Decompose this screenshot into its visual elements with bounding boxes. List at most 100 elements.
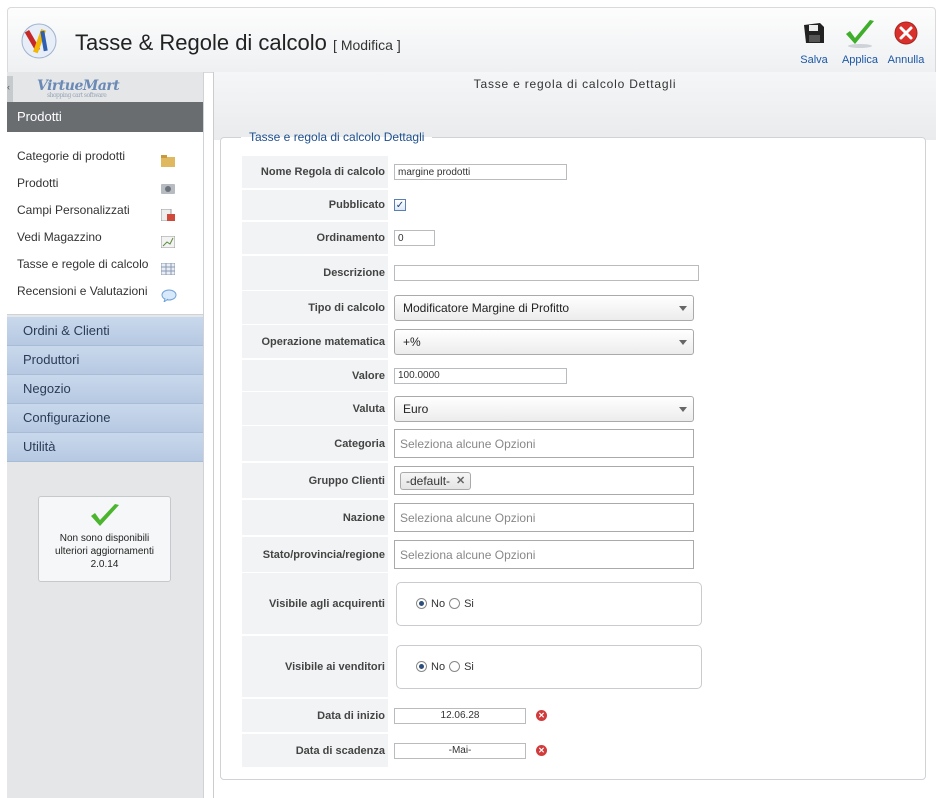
apply-button[interactable]: Applica bbox=[837, 16, 883, 66]
sidebar-section-ordini-clienti[interactable]: Ordini & Clienti bbox=[7, 317, 203, 346]
row-ordering: Ordinamento 0 bbox=[242, 222, 702, 254]
sidebar-item-label: Categorie di prodotti bbox=[17, 149, 126, 163]
visible-shoppers-radio-group: No Si bbox=[396, 581, 702, 626]
visible-shoppers-yes-label: Si bbox=[464, 597, 474, 610]
state-multiselect[interactable]: Seleziona alcune Opzioni bbox=[394, 540, 694, 569]
custom-fields-icon bbox=[160, 204, 175, 222]
sidebar-item-label: Vedi Magazzino bbox=[17, 230, 102, 244]
row-visible-vendors: Visibile ai venditori No Si bbox=[242, 636, 702, 697]
checkmark-icon bbox=[39, 503, 170, 532]
remove-tag-icon[interactable]: ✕ bbox=[456, 474, 465, 487]
sidebar-section-prodotti[interactable]: Prodotti bbox=[7, 102, 203, 132]
category-label: Categoria bbox=[242, 426, 388, 461]
name-input[interactable]: margine prodotti bbox=[394, 164, 567, 180]
visible-vendors-label: Visibile ai venditori bbox=[242, 636, 388, 697]
visible-vendors-yes-radio[interactable] bbox=[449, 661, 461, 672]
value-input[interactable]: 100.0000 bbox=[394, 367, 567, 384]
visible-vendors-radio-group: No Si bbox=[396, 644, 702, 689]
sidebar-sections: Ordini & Clienti Produttori Negozio Conf… bbox=[7, 317, 203, 462]
shopper-group-tag[interactable]: -default- ✕ bbox=[400, 471, 472, 490]
virtuemart-logo[interactable]: VirtueMart shopping cart software bbox=[37, 78, 120, 99]
currency-select[interactable]: Euro bbox=[394, 395, 694, 422]
math-op-label: Operazione matematica bbox=[242, 325, 388, 358]
math-op-value: +% bbox=[403, 334, 421, 349]
main-heading: Tasse e regola di calcolo Dettagli bbox=[473, 77, 677, 91]
row-math-op: Operazione matematica +% bbox=[242, 325, 702, 358]
tools-logo-icon bbox=[20, 22, 58, 60]
shopper-group-multiselect[interactable]: -default- ✕ bbox=[394, 466, 694, 495]
chevron-down-icon bbox=[679, 305, 687, 311]
cancel-button[interactable]: Annulla bbox=[883, 16, 929, 66]
start-date-input[interactable]: 12.06.28 bbox=[394, 707, 526, 724]
calc-type-select[interactable]: Modificatore Margine di Profitto bbox=[394, 294, 694, 321]
sidebar-item-label: Tasse e regole di calcolo bbox=[17, 257, 149, 271]
chart-icon bbox=[160, 231, 176, 249]
visible-vendors-yes-label: Si bbox=[464, 660, 474, 673]
sidebar-item-tasse[interactable]: Tasse e regole di calcolo bbox=[7, 251, 203, 278]
clear-date-icon[interactable]: ✕ bbox=[536, 710, 547, 721]
description-input[interactable] bbox=[394, 265, 699, 281]
folder-icon bbox=[161, 150, 175, 167]
visible-vendors-no-label: No bbox=[431, 660, 446, 673]
visible-shoppers-label: Visibile agli acquirenti bbox=[242, 573, 388, 634]
row-state: Stato/provincia/regione Seleziona alcune… bbox=[242, 537, 702, 572]
toolbar: Salva Applica Annulla bbox=[791, 16, 929, 66]
currency-value: Euro bbox=[403, 401, 429, 416]
row-currency: Valuta Euro bbox=[242, 392, 702, 425]
page-title: Tasse & Regole di calcolo [ Modifica ] bbox=[75, 30, 401, 56]
checkmark-icon bbox=[837, 16, 883, 50]
visible-shoppers-no-label: No bbox=[431, 597, 446, 610]
details-legend: Tasse e regola di calcolo Dettagli bbox=[241, 130, 432, 144]
row-name: Nome Regola di calcolo margine prodotti bbox=[242, 156, 702, 188]
update-line1: Non sono disponibili bbox=[59, 533, 150, 544]
calc-type-value: Modificatore Margine di Profitto bbox=[403, 300, 570, 315]
sidebar-section-utilita[interactable]: Utilità bbox=[7, 433, 203, 462]
sidebar-collapse-handle[interactable]: ‹ bbox=[7, 76, 13, 102]
sidebar-section-negozio[interactable]: Negozio bbox=[7, 375, 203, 404]
country-multiselect[interactable]: Seleziona alcune Opzioni bbox=[394, 503, 694, 532]
sidebar-item-recensioni[interactable]: Recensioni e Valutazioni bbox=[7, 278, 203, 305]
sidebar-section-produttori[interactable]: Produttori bbox=[7, 346, 203, 375]
row-calc-type: Tipo di calcolo Modificatore Margine di … bbox=[242, 291, 702, 324]
sidebar-section-configurazione[interactable]: Configurazione bbox=[7, 404, 203, 433]
sidebar-item-label: Campi Personalizzati bbox=[17, 203, 130, 217]
sidebar-item-label: Recensioni e Valutazioni bbox=[17, 284, 148, 298]
country-label: Nazione bbox=[242, 500, 388, 535]
state-placeholder: Seleziona alcune Opzioni bbox=[400, 547, 536, 562]
visible-vendors-no-radio[interactable] bbox=[416, 661, 427, 672]
ordering-input[interactable]: 0 bbox=[394, 230, 435, 246]
sidebar: ‹ VirtueMart shopping cart software Prod… bbox=[7, 72, 204, 798]
apply-label: Applica bbox=[841, 54, 879, 66]
page-mode: [ Modifica ] bbox=[333, 37, 401, 53]
row-end-date: Data di scadenza -Mai- ✕ bbox=[242, 734, 702, 767]
page-header: Tasse & Regole di calcolo [ Modifica ] S… bbox=[7, 7, 936, 73]
end-date-label: Data di scadenza bbox=[242, 734, 388, 767]
sidebar-item-campi-personalizzati[interactable]: Campi Personalizzati bbox=[7, 197, 203, 224]
sidebar-item-prodotti[interactable]: Prodotti bbox=[7, 170, 203, 197]
shopper-group-label: Gruppo Clienti bbox=[242, 463, 388, 498]
start-date-label: Data di inizio bbox=[242, 699, 388, 732]
category-placeholder: Seleziona alcune Opzioni bbox=[400, 436, 536, 451]
update-status-box: Non sono disponibili ulteriori aggiornam… bbox=[38, 496, 171, 582]
speech-bubble-icon bbox=[161, 285, 177, 304]
currency-label: Valuta bbox=[242, 392, 388, 425]
visible-shoppers-yes-radio[interactable] bbox=[449, 598, 461, 609]
sidebar-item-categorie[interactable]: Categorie di prodotti bbox=[7, 143, 203, 170]
page-title-text: Tasse & Regole di calcolo bbox=[75, 30, 327, 55]
save-button[interactable]: Salva bbox=[791, 16, 837, 66]
ordering-label: Ordinamento bbox=[242, 222, 388, 254]
end-date-input[interactable]: -Mai- bbox=[394, 742, 526, 759]
calc-type-label: Tipo di calcolo bbox=[242, 291, 388, 324]
name-label: Nome Regola di calcolo bbox=[242, 156, 388, 188]
row-published: Pubblicato ✓ bbox=[242, 190, 702, 220]
row-start-date: Data di inizio 12.06.28 ✕ bbox=[242, 699, 702, 732]
row-shopper-group: Gruppo Clienti -default- ✕ bbox=[242, 463, 702, 498]
shopper-group-tag-text: -default- bbox=[406, 473, 451, 488]
clear-date-icon[interactable]: ✕ bbox=[536, 745, 547, 756]
published-checkbox[interactable]: ✓ bbox=[394, 199, 406, 211]
sidebar-item-vedi-magazzino[interactable]: Vedi Magazzino bbox=[7, 224, 203, 251]
category-multiselect[interactable]: Seleziona alcune Opzioni bbox=[394, 429, 694, 458]
row-value: Valore 100.0000 bbox=[242, 360, 702, 391]
visible-shoppers-no-radio[interactable] bbox=[416, 598, 427, 609]
math-op-select[interactable]: +% bbox=[394, 328, 694, 355]
